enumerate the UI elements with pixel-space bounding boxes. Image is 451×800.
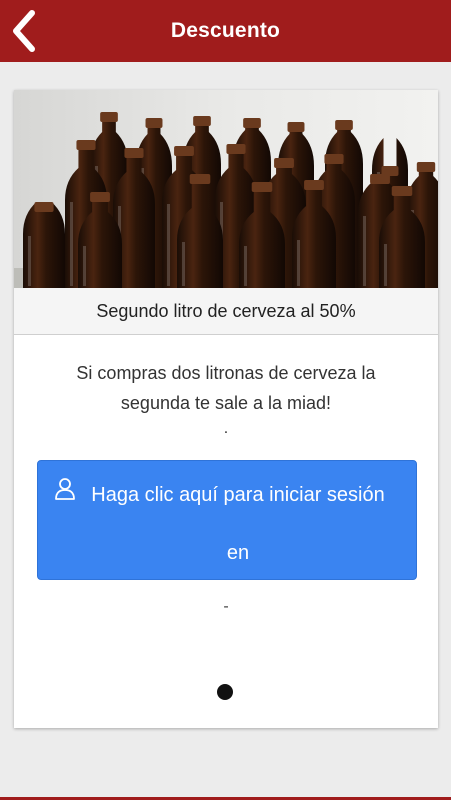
- login-button-label: Haga clic aquí para iniciar sesión en: [91, 484, 385, 564]
- page-indicator-dot[interactable]: [217, 684, 233, 700]
- separator-text: .: [223, 420, 229, 437]
- page-title: Descuento: [170, 19, 281, 42]
- app-header: Descuento: [0, 0, 451, 62]
- back-button[interactable]: [6, 8, 46, 54]
- offer-title: Segundo litro de cerveza al 50%: [14, 288, 438, 335]
- chevron-left-icon: [13, 10, 35, 52]
- beer-bottles-photo: [14, 90, 438, 288]
- user-icon: [55, 478, 75, 500]
- footer-text: -: [223, 598, 229, 615]
- offer-card: Segundo litro de cerveza al 50% Si compr…: [14, 90, 438, 728]
- login-button[interactable]: Haga clic aquí para iniciar sesión en: [37, 460, 417, 580]
- offer-description: Si compras dos litronas de cerveza la se…: [76, 363, 376, 413]
